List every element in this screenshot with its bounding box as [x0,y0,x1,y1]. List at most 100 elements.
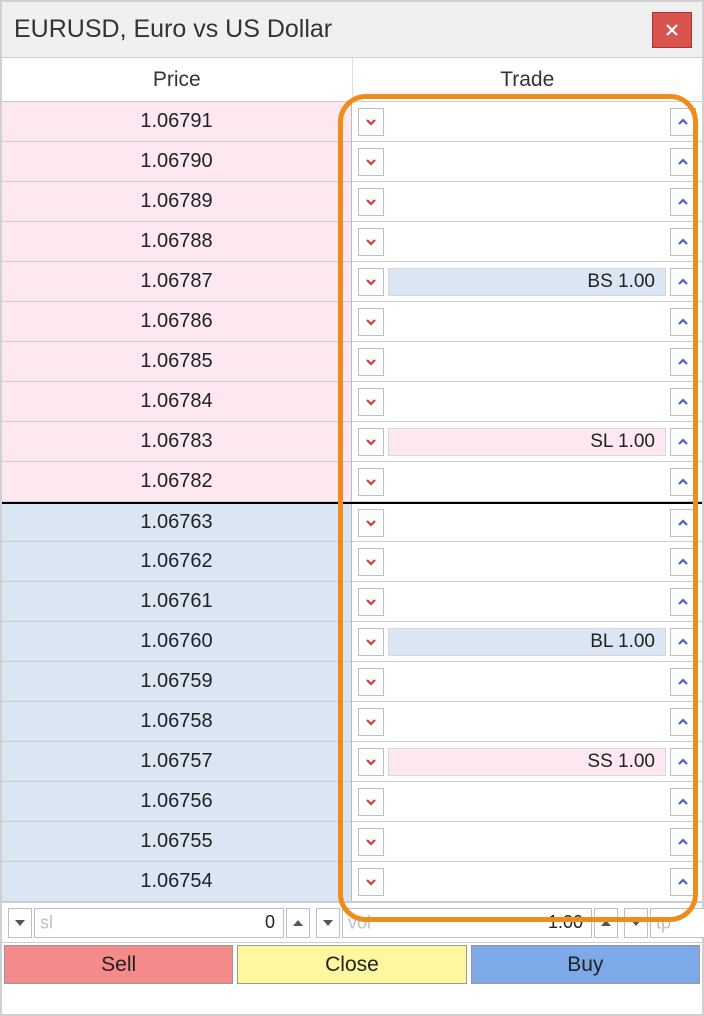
trade-increment[interactable] [670,588,696,616]
trade-increment[interactable] [670,509,696,537]
price-cell[interactable]: 1.06756 [2,782,352,821]
vol-decrement[interactable] [316,908,340,938]
trade-decrement[interactable] [358,748,384,776]
price-cell[interactable]: 1.06783 [2,422,352,461]
trade-decrement[interactable] [358,668,384,696]
trade-cell [352,582,702,621]
trade-increment[interactable] [670,708,696,736]
trade-increment[interactable] [670,628,696,656]
price-cell[interactable]: 1.06786 [2,302,352,341]
trade-increment[interactable] [670,108,696,136]
trade-value: BS 1.00 [388,268,666,296]
chevron-down-icon [364,795,378,809]
price-cell[interactable]: 1.06788 [2,222,352,261]
trade-cell: SS 1.00 [352,742,702,781]
trade-increment[interactable] [670,308,696,336]
price-cell[interactable]: 1.06785 [2,342,352,381]
trade-increment[interactable] [670,748,696,776]
trade-decrement[interactable] [358,228,384,256]
trade-increment[interactable] [670,268,696,296]
price-cell[interactable]: 1.06763 [2,504,352,541]
chevron-up-icon [676,595,690,609]
price-row: 1.06757SS 1.00 [2,742,702,782]
trade-decrement[interactable] [358,388,384,416]
sl-input[interactable] [34,908,284,938]
price-cell[interactable]: 1.06787 [2,262,352,301]
sl-increment[interactable] [286,908,310,938]
trade-decrement[interactable] [358,348,384,376]
chevron-up-icon [676,195,690,209]
trade-value [388,148,666,176]
chevron-down-icon [15,920,25,926]
trade-cell [352,822,702,861]
price-row: 1.06760BL 1.00 [2,622,702,662]
chevron-up-icon [676,355,690,369]
price-cell[interactable]: 1.06761 [2,582,352,621]
trade-decrement[interactable] [358,868,384,896]
trade-increment[interactable] [670,868,696,896]
trade-increment[interactable] [670,388,696,416]
trade-increment[interactable] [670,668,696,696]
order-inputs: sl vol tp [2,902,702,942]
price-cell[interactable]: 1.06762 [2,542,352,581]
trade-cell: BS 1.00 [352,262,702,301]
vol-input[interactable] [342,908,592,938]
trade-increment[interactable] [670,468,696,496]
chevron-up-icon [293,920,303,926]
trade-decrement[interactable] [358,268,384,296]
price-cell[interactable]: 1.06790 [2,142,352,181]
price-cell[interactable]: 1.06757 [2,742,352,781]
price-cell[interactable]: 1.06754 [2,862,352,901]
trade-decrement[interactable] [358,509,384,537]
trade-increment[interactable] [670,788,696,816]
price-cell[interactable]: 1.06759 [2,662,352,701]
trade-decrement[interactable] [358,708,384,736]
trade-decrement[interactable] [358,788,384,816]
price-cell[interactable]: 1.06755 [2,822,352,861]
close-order-button[interactable]: Close [237,945,466,984]
vol-input-group: vol [316,907,618,938]
trade-increment[interactable] [670,828,696,856]
trade-decrement[interactable] [358,828,384,856]
trade-decrement[interactable] [358,548,384,576]
sl-decrement[interactable] [8,908,32,938]
price-row: 1.06787 BS 1.00 [2,262,702,302]
chevron-down-icon [364,555,378,569]
price-cell[interactable]: 1.06784 [2,382,352,421]
trade-decrement[interactable] [358,628,384,656]
price-cell[interactable]: 1.06791 [2,102,352,141]
close-window-button[interactable] [652,12,692,48]
tp-input-group: tp [624,907,704,938]
chevron-down-icon [364,315,378,329]
vol-increment[interactable] [594,908,618,938]
trade-decrement[interactable] [358,468,384,496]
trade-increment[interactable] [670,428,696,456]
trade-decrement[interactable] [358,108,384,136]
trade-cell [352,702,702,741]
trade-increment[interactable] [670,228,696,256]
trade-increment[interactable] [670,148,696,176]
trade-decrement[interactable] [358,588,384,616]
tp-decrement[interactable] [624,908,648,938]
chevron-down-icon [631,920,641,926]
price-cell[interactable]: 1.06782 [2,462,352,501]
trade-decrement[interactable] [358,308,384,336]
buy-button[interactable]: Buy [471,945,700,984]
trade-decrement[interactable] [358,148,384,176]
trade-cell [352,382,702,421]
trade-decrement[interactable] [358,428,384,456]
trade-cell [352,222,702,261]
trade-increment[interactable] [670,188,696,216]
trade-value [388,868,666,896]
trade-value [388,188,666,216]
price-row: 1.06786 [2,302,702,342]
trade-increment[interactable] [670,548,696,576]
price-cell[interactable]: 1.06760 [2,622,352,661]
sell-button[interactable]: Sell [4,945,233,984]
price-cell[interactable]: 1.06789 [2,182,352,221]
price-cell[interactable]: 1.06758 [2,702,352,741]
tp-input[interactable] [650,908,704,938]
trade-cell [352,302,702,341]
trade-decrement[interactable] [358,188,384,216]
trade-increment[interactable] [670,348,696,376]
